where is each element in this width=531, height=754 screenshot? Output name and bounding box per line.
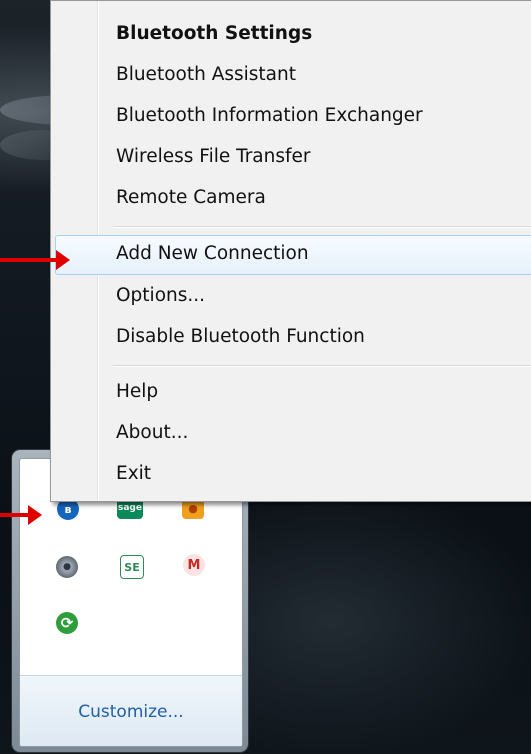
sage-icon-glyph: sage [118, 503, 142, 513]
sync-icon[interactable]: ⟳ [56, 612, 78, 634]
sync-icon-glyph: ⟳ [60, 614, 74, 632]
menu-item-bluetooth-assistant[interactable]: Bluetooth Assistant [116, 58, 296, 92]
webcam-icon-glyph: ● [63, 562, 71, 572]
menu-item-bluetooth-settings[interactable]: Bluetooth Settings [116, 17, 312, 51]
menu-item-options[interactable]: Options... [116, 279, 205, 313]
menu-separator [113, 365, 531, 367]
menu-item-bluetooth-information-exchanger[interactable]: Bluetooth Information Exchanger [116, 99, 423, 133]
menu-separator [113, 226, 531, 228]
orange-app-icon-glyph: ● [188, 501, 198, 515]
menu-item-add-new-connection[interactable]: Add New Connection [116, 237, 309, 271]
annotation-arrow-add-new-connection [0, 250, 70, 270]
menu-item-about[interactable]: About... [116, 416, 188, 450]
annotation-arrow-bluetooth-icon [0, 505, 42, 525]
bluetooth-context-menu: Bluetooth Settings Bluetooth Assistant B… [50, 0, 531, 502]
menu-item-wireless-file-transfer[interactable]: Wireless File Transfer [116, 140, 311, 174]
bluetooth-icon-glyph: ʙ [64, 502, 72, 516]
menu-item-remote-camera[interactable]: Remote Camera [116, 181, 266, 215]
se-icon[interactable]: SE [120, 555, 144, 579]
customize-link[interactable]: Customize... [20, 702, 242, 722]
menu-item-help[interactable]: Help [116, 375, 158, 409]
se-icon-glyph: SE [124, 560, 140, 574]
gmail-notifier-icon-glyph: M [187, 557, 201, 573]
menu-item-disable-bluetooth-function[interactable]: Disable Bluetooth Function [116, 320, 365, 354]
tray-footer: Customize... [20, 675, 242, 746]
menu-item-exit[interactable]: Exit [116, 457, 151, 491]
webcam-icon[interactable]: ● [56, 556, 78, 578]
gmail-notifier-icon[interactable]: M [183, 554, 205, 576]
